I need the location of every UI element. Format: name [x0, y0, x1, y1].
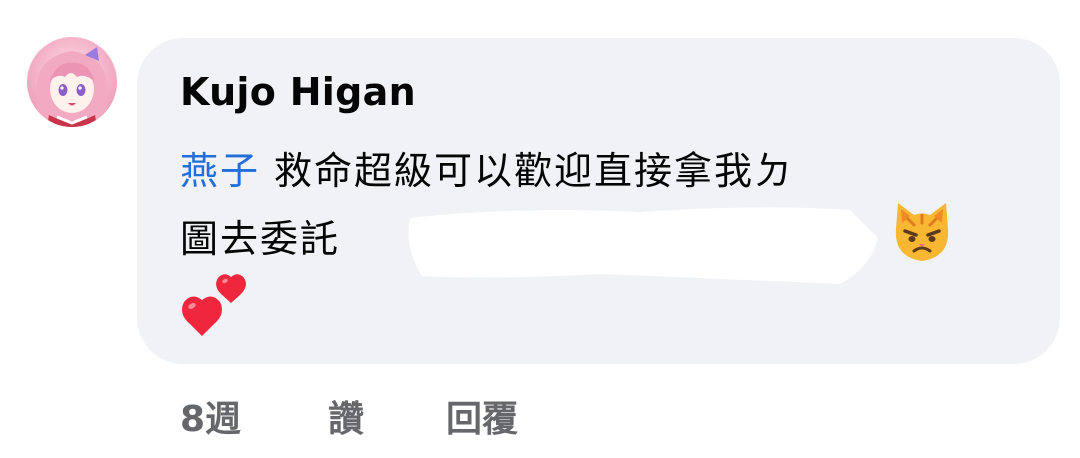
comment-text-line-1: 燕子 救命超級可以歡迎直接拿我ㄉ — [180, 140, 794, 195]
comment-text: 救命超級可以歡迎直接拿我ㄉ — [274, 149, 795, 193]
comment-text-line-2: 圖去委託 — [180, 208, 340, 263]
two-hearts-emoji — [182, 274, 246, 336]
pouting-cat-emoji — [895, 203, 949, 261]
comment-timestamp[interactable]: 8週 — [180, 390, 241, 442]
like-button[interactable]: 讚 — [328, 390, 364, 442]
comment-author-name[interactable]: Kujo Higan — [180, 70, 416, 114]
avatar[interactable] — [27, 37, 117, 127]
reply-button[interactable]: 回覆 — [446, 390, 518, 442]
mention-link[interactable]: 燕子 — [180, 149, 260, 193]
redaction-scribble — [408, 207, 878, 284]
comment-item: Kujo Higan 燕子 救命超級可以歡迎直接拿我ㄉ 圖去委託 8週 讚 回覆 — [0, 0, 1080, 458]
comment-text: 圖去委託 — [180, 217, 341, 261]
